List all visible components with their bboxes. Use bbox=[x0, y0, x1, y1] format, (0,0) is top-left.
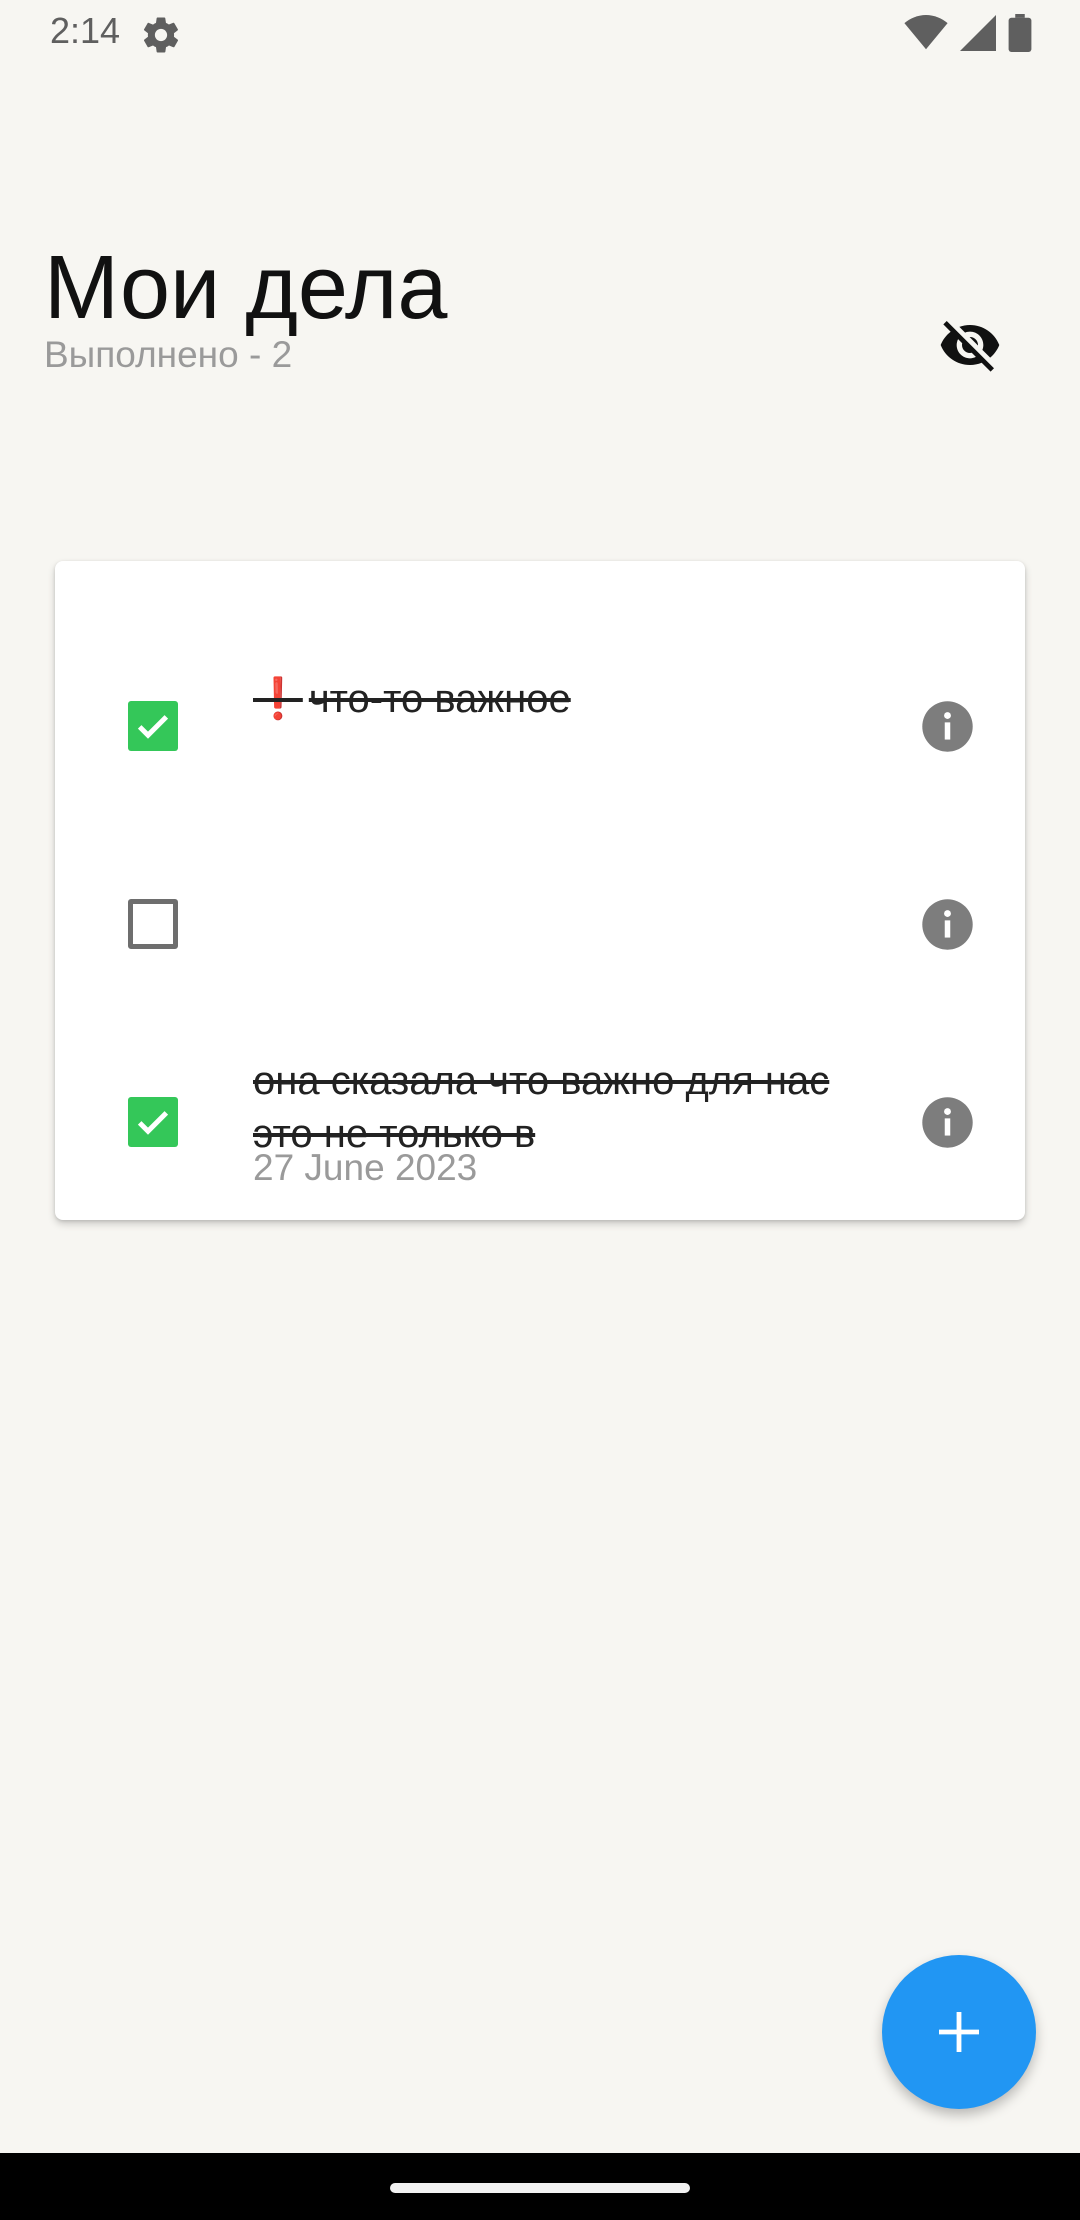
status-bar: 2:14 bbox=[0, 0, 1080, 66]
settings-gear-icon bbox=[140, 14, 182, 56]
task-checkbox[interactable] bbox=[128, 1097, 178, 1147]
task-row[interactable] bbox=[55, 1207, 1025, 1367]
completed-count: Выполнено - 2 bbox=[44, 334, 293, 375]
visibility-off-icon bbox=[938, 313, 1002, 382]
task-text-label: что-то важное bbox=[308, 677, 571, 721]
task-info-button[interactable] bbox=[920, 699, 975, 754]
plus-icon bbox=[939, 2012, 979, 2052]
page-title: Мои дела bbox=[44, 238, 448, 338]
task-text[interactable]: она сказала что важно для нас это не тол… bbox=[253, 1055, 873, 1161]
home-gesture-handle[interactable] bbox=[390, 2183, 690, 2193]
info-icon bbox=[922, 1097, 973, 1148]
task-list-card: ❗ что-то важное она сказала что важно для… bbox=[55, 561, 1025, 1220]
battery-icon bbox=[1008, 14, 1032, 57]
status-time: 2:14 bbox=[50, 10, 121, 51]
signal-icon bbox=[960, 15, 996, 56]
info-icon bbox=[922, 899, 973, 950]
task-info-button[interactable] bbox=[920, 1095, 975, 1150]
status-icons bbox=[904, 14, 1032, 57]
task-info-button[interactable] bbox=[920, 897, 975, 952]
task-checkbox[interactable] bbox=[128, 899, 178, 949]
task-text[interactable]: ❗ что-то важное bbox=[253, 673, 873, 726]
wifi-icon bbox=[904, 15, 948, 56]
toggle-completed-visibility-button[interactable] bbox=[930, 312, 1010, 382]
task-deadline-date: 27 June 2023 bbox=[253, 1147, 478, 1188]
check-icon bbox=[137, 1111, 169, 1135]
task-checkbox[interactable] bbox=[128, 701, 178, 751]
info-icon bbox=[922, 701, 973, 752]
add-task-button[interactable] bbox=[882, 1955, 1036, 2109]
system-navigation-bar bbox=[0, 2153, 1080, 2220]
priority-icon: ❗ bbox=[253, 677, 303, 721]
check-icon bbox=[137, 715, 169, 739]
